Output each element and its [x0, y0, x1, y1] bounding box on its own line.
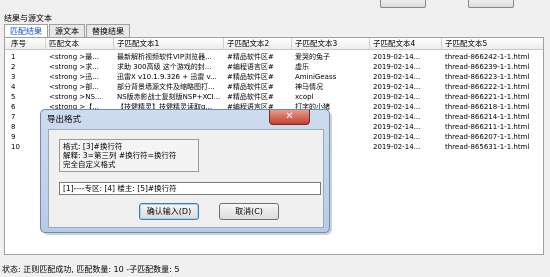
cell-sub3: AminiGeass	[295, 73, 337, 81]
table-row[interactable]: 4 <strong >部... 部分背景墙源文件及缩略图打... #精品软件区#…	[5, 82, 543, 92]
format-help-line: 解释: 3=第三列 #换行符=换行符	[63, 151, 177, 160]
cell-index: 4	[11, 83, 16, 91]
cell-index: 1	[11, 53, 16, 61]
cell-sub5: thread-866207-1-1.html	[445, 133, 530, 141]
column-header-sub1[interactable]: 子匹配文本1	[117, 38, 221, 50]
cell-sub5: thread-866221-1-1.html	[445, 93, 530, 101]
table-header: 序号 匹配文本 子匹配文本1 子匹配文本2 子匹配文本3 子匹配文本4 子匹配文…	[5, 38, 543, 50]
cell-sub4: 2019-02-14...	[373, 63, 421, 71]
cell-sub1: 最新解析视频软件VIP浏览器...	[117, 53, 212, 61]
cell-sub4: 2019-02-14...	[373, 143, 421, 151]
cell-sub1: 求助 300高级 这个游戏的封...	[117, 63, 212, 71]
cell-sub3: 爱哭的兔子	[295, 53, 330, 61]
cell-sub2: #精品软件区#	[227, 53, 274, 61]
table-row[interactable]: 5 <strong >NS... NS版赤影战士复刻版NSP+XCI... #精…	[5, 92, 543, 102]
cell-index: 3	[11, 73, 16, 81]
table-row[interactable]: 2 <strong >求... 求助 300高级 这个游戏的封... #编程语言…	[5, 62, 543, 72]
cell-sub4: 2019-02-14...	[373, 73, 421, 81]
column-header-sub4[interactable]: 子匹配文本4	[373, 38, 439, 50]
cell-sub4: 2019-02-14...	[373, 53, 421, 61]
column-header-sub5[interactable]: 子匹配文本5	[445, 38, 543, 50]
cell-sub5: thread-866223-1-1.html	[445, 73, 530, 81]
format-input[interactable]: [1]----专区: [4] 楼主: [5]#换行符	[59, 182, 321, 195]
cell-sub3: 神马情况	[295, 83, 323, 91]
tab-match-results[interactable]: 匹配结果	[4, 24, 48, 37]
cell-sub3: xcopl	[295, 93, 314, 101]
cell-index: 5	[11, 93, 16, 101]
format-help-line: 格式: [3]#换行符	[63, 142, 123, 151]
cell-sub5: thread-866239-1-1.html	[445, 63, 530, 71]
cell-sub3: 虚乐	[295, 63, 309, 71]
cell-match: <strong >最...	[49, 53, 99, 61]
cell-sub2: #精品软件区#	[227, 93, 274, 101]
cell-sub2: #精品软件区#	[227, 83, 274, 91]
cell-sub5: thread-865631-1-1.html	[445, 143, 530, 151]
confirm-button[interactable]: 确认输入(D)	[139, 203, 199, 220]
cell-sub5: thread-866242-1-1.html	[445, 53, 530, 61]
cell-sub1: 部分背景墙源文件及缩略图打...	[117, 83, 215, 91]
cell-sub5: thread-866211-1-1.html	[445, 123, 530, 131]
dialog-title: 导出格式	[47, 115, 82, 125]
cell-sub1: 迅雷X v10.1.9.326 + 迅雷 v...	[117, 73, 217, 81]
toolbar-button-2[interactable]	[468, 0, 514, 8]
toolbar-button-1[interactable]	[380, 0, 426, 8]
results-group-title: 结果与源文本	[4, 14, 52, 23]
column-header-sub2[interactable]: 子匹配文本2	[227, 38, 289, 50]
cell-sub4: 2019-02-14...	[373, 113, 421, 121]
top-toolbar	[0, 0, 550, 12]
cell-index: 2	[11, 63, 16, 71]
cell-sub1: NS版赤影战士复刻版NSP+XCI...	[117, 93, 221, 101]
cell-sub4: 2019-02-14...	[373, 103, 421, 111]
table-row[interactable]: 1 <strong >最... 最新解析视频软件VIP浏览器... #精品软件区…	[5, 52, 543, 62]
cancel-button[interactable]: 取消(C)	[219, 203, 279, 220]
column-header-index[interactable]: 序号	[11, 38, 45, 50]
format-help-line: 完全自定义格式	[63, 160, 116, 169]
cell-sub4: 2019-02-14...	[373, 123, 421, 131]
cell-match: <strong >求...	[49, 63, 99, 71]
cell-sub5: thread-866214-1-1.html	[445, 113, 530, 121]
status-bar: 状态: 正则匹配成功, 匹配数量: 10 -子匹配数量: 5	[2, 265, 180, 274]
column-header-sub3[interactable]: 子匹配文本3	[295, 38, 365, 50]
table-row[interactable]: 3 <strong >迅... 迅雷X v10.1.9.326 + 迅雷 v..…	[5, 72, 543, 82]
cell-sub4: 2019-02-14...	[373, 83, 421, 91]
cell-match: <strong >NS...	[49, 93, 102, 101]
dialog-body: 格式: [3]#换行符 解释: 3=第三列 #换行符=换行符 完全自定义格式 […	[48, 129, 324, 228]
column-header-match[interactable]: 匹配文本	[49, 38, 111, 50]
cell-match: <strong >迅...	[49, 73, 99, 81]
tab-source-text[interactable]: 源文本	[49, 24, 85, 37]
cell-sub4: 2019-02-14...	[373, 133, 421, 141]
cell-sub2: #精品软件区#	[227, 73, 274, 81]
cell-sub5: thread-866222-1-1.html	[445, 83, 530, 91]
cell-sub5: thread-866218-1-1.html	[445, 103, 530, 111]
cell-sub2: #编程语言区#	[227, 63, 274, 71]
tab-replace-results[interactable]: 替换结果	[86, 24, 130, 37]
cell-sub4: 2019-02-14...	[373, 93, 421, 101]
format-help-box: 格式: [3]#换行符 解释: 3=第三列 #换行符=换行符 完全自定义格式	[59, 139, 199, 172]
results-tabs: 匹配结果 源文本 替换结果	[4, 24, 131, 37]
close-icon[interactable]: ✕	[269, 110, 310, 125]
export-format-dialog: 导出格式 ✕ 格式: [3]#换行符 解释: 3=第三列 #换行符=换行符 完全…	[40, 109, 330, 233]
cell-match: <strong >部...	[49, 83, 99, 91]
